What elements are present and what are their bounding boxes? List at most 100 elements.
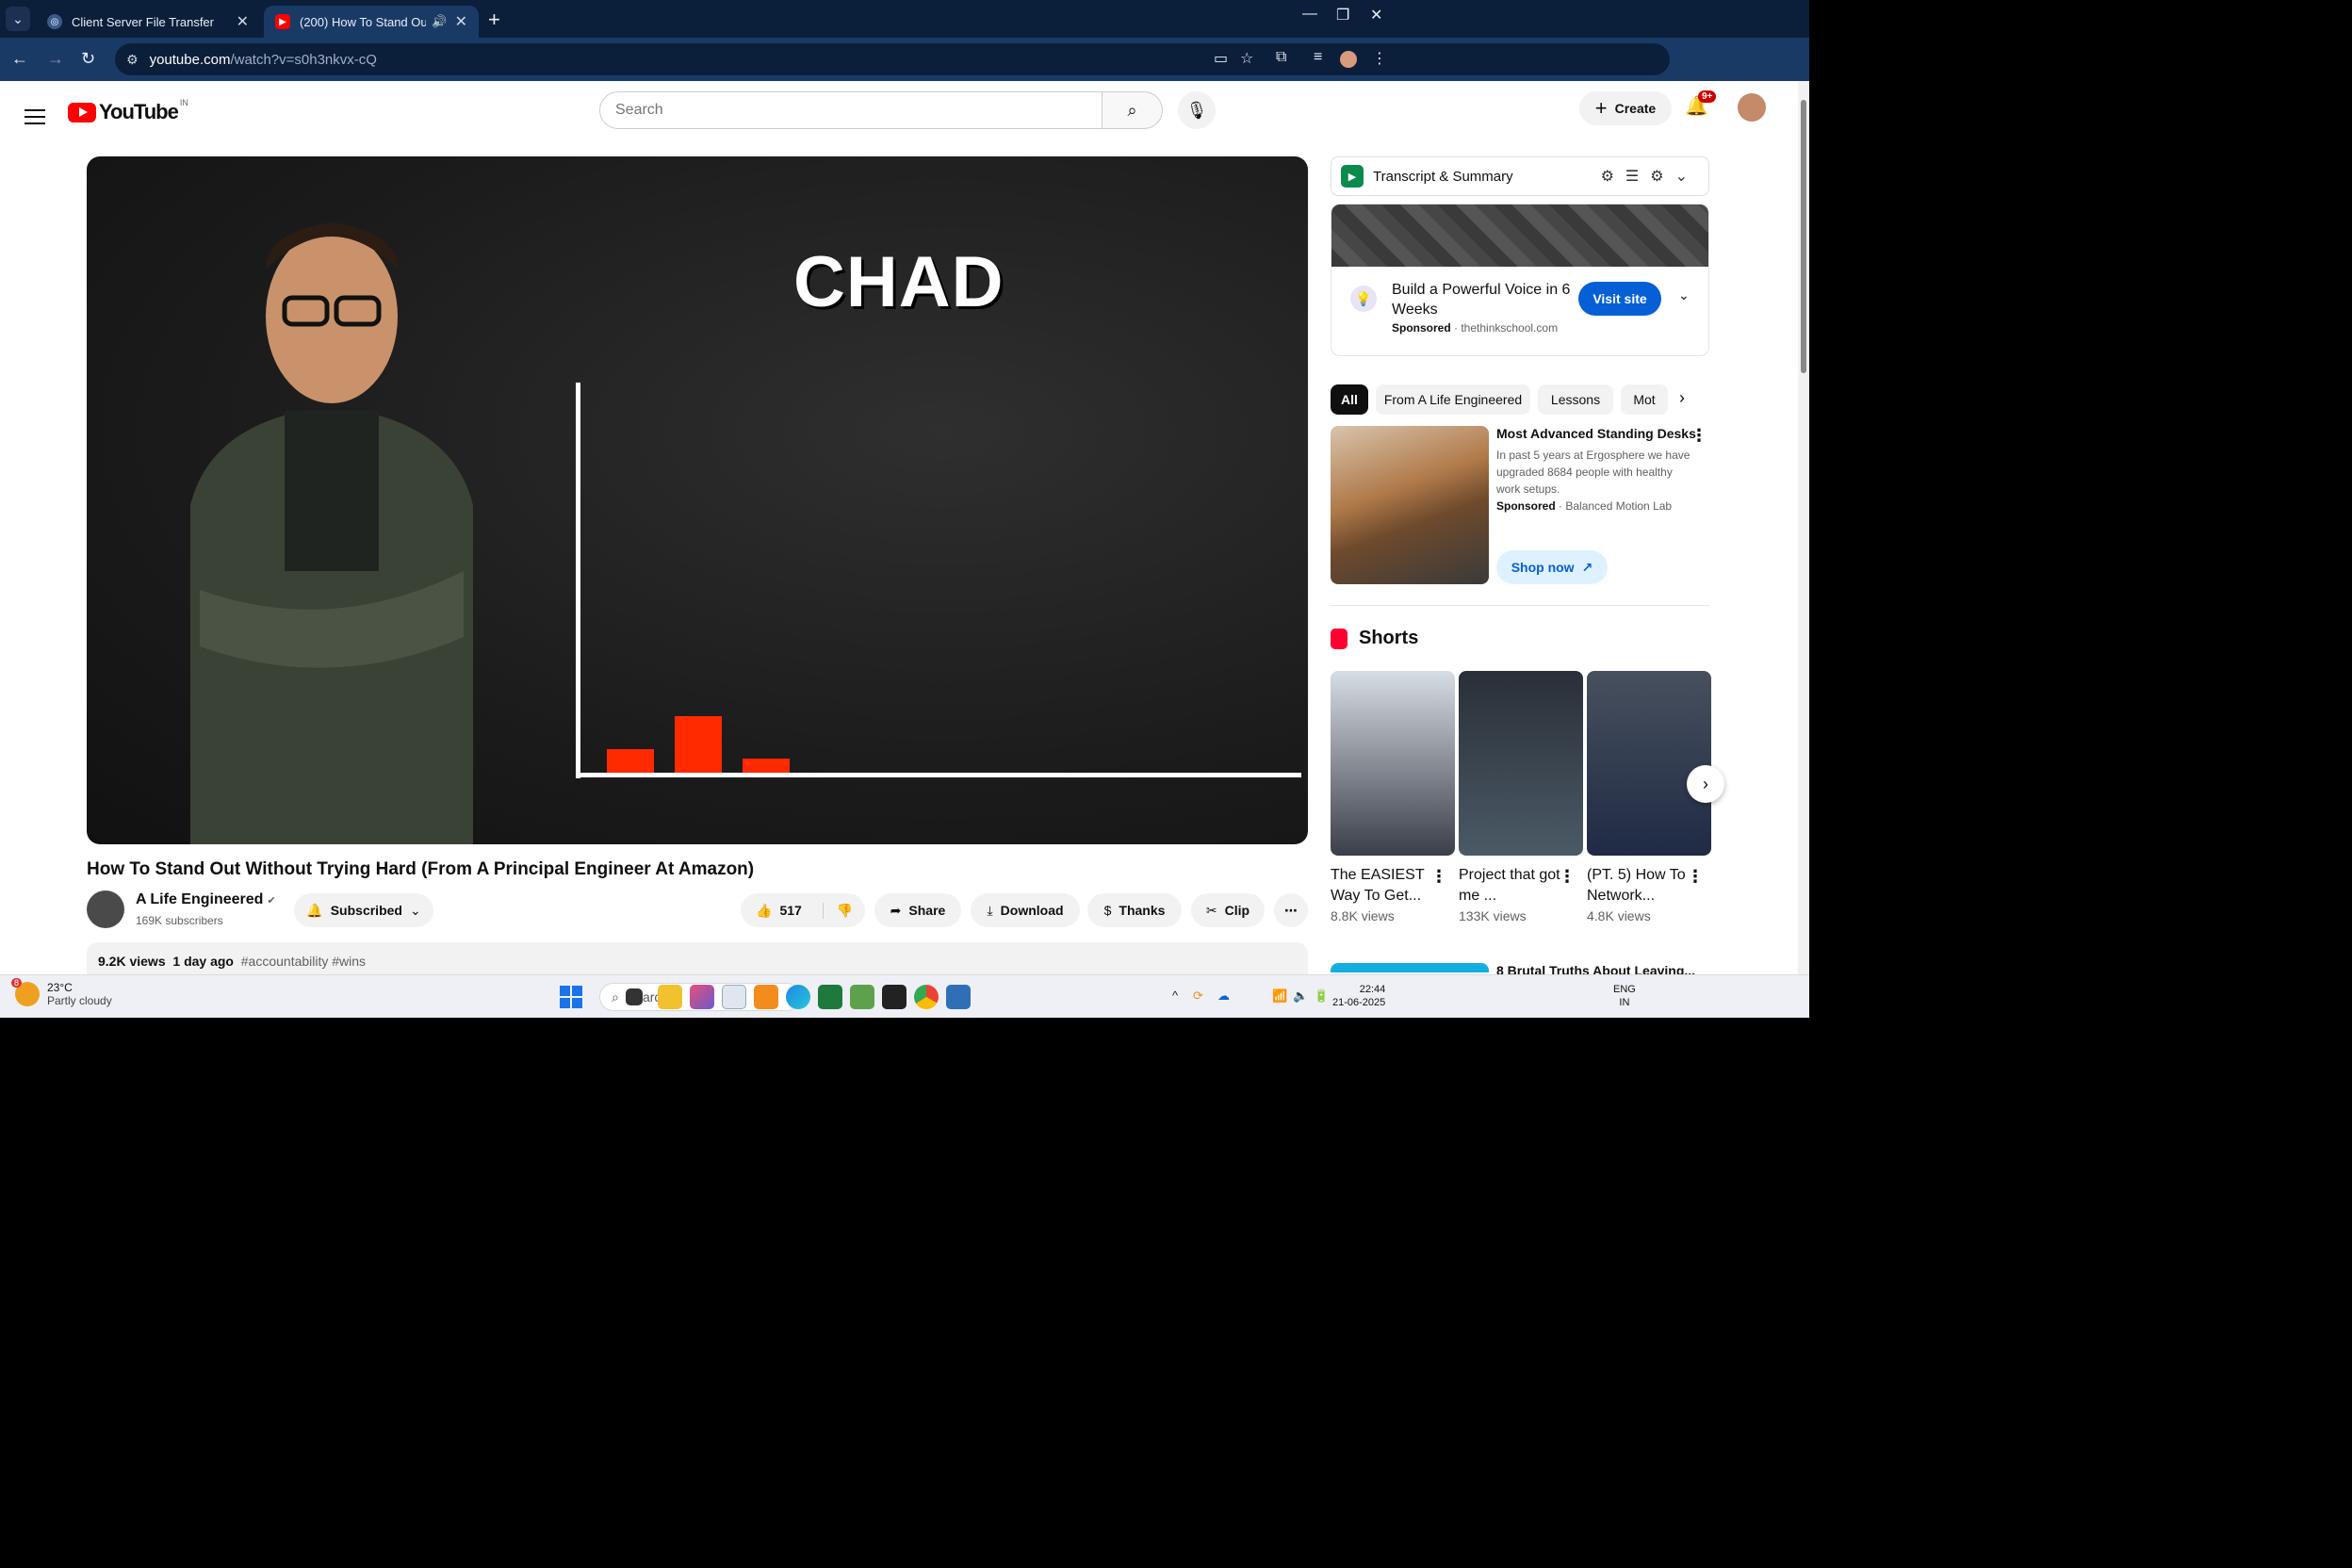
more-options-icon[interactable]: ⋮ [1559, 867, 1576, 887]
transcript-extension-bar[interactable]: ▶ Transcript & Summary ⚙☰⚙⌄ [1331, 156, 1709, 196]
back-icon[interactable]: ← [11, 49, 28, 69]
chevron-down-icon[interactable]: ⌄ [1678, 287, 1690, 303]
start-button[interactable] [560, 986, 582, 1008]
restore-icon[interactable]: ❐ [1336, 6, 1349, 24]
tab-client-server[interactable]: ◎ Client Server File Transfer ✕ [36, 6, 260, 38]
media-control-icon[interactable]: ≡ [1314, 49, 1322, 66]
excel-icon[interactable] [818, 985, 842, 1009]
file-explorer-icon[interactable] [658, 985, 682, 1009]
window-app-icon[interactable] [722, 985, 746, 1009]
create-button[interactable]: + Create [1579, 91, 1672, 125]
more-options-icon[interactable]: ⋮ [1687, 867, 1704, 887]
overlay-chart-x-axis [576, 773, 1301, 777]
download-icon: ⤓ [987, 902, 993, 918]
clock[interactable]: 22:44 21-06-2025 [1332, 983, 1385, 1009]
ad2-title[interactable]: Most Advanced Standing Desks [1496, 426, 1696, 441]
thanks-button[interactable]: $ Thanks [1087, 893, 1182, 927]
more-actions-button[interactable]: ⋯ [1274, 893, 1308, 927]
audio-playing-icon[interactable]: 🔊 [432, 14, 447, 29]
search-button[interactable]: ⌕ [1102, 91, 1163, 129]
account-avatar[interactable] [1738, 93, 1766, 122]
tab-strip: ⌄ ◎ Client Server File Transfer ✕ ▶ (200… [0, 0, 1809, 38]
reload-icon[interactable]: ↻ [81, 49, 95, 69]
chevron-right-icon[interactable]: › [1679, 388, 1685, 408]
share-button[interactable]: ➦ Share [874, 893, 961, 927]
short-title[interactable]: The EASIEST Way To Get... [1331, 865, 1434, 906]
logo-region: IN [179, 98, 188, 107]
install-app-icon[interactable]: ▭ [1214, 49, 1228, 68]
like-count[interactable]: 517 [779, 903, 801, 918]
chip-mot[interactable]: Mot [1621, 384, 1668, 415]
overlay-bar [675, 716, 722, 773]
extension-tool-icons[interactable]: ⚙☰⚙⌄ [1601, 167, 1699, 186]
chrome-menu-icon[interactable]: ⋮ [1372, 49, 1387, 68]
page-scrollbar[interactable] [1798, 81, 1809, 974]
video-player[interactable]: CHAD [87, 156, 1308, 844]
close-window-icon[interactable]: ✕ [1370, 6, 1382, 24]
short-thumbnail[interactable] [1459, 671, 1583, 856]
onedrive-icon[interactable]: ☁ [1217, 988, 1230, 1004]
task-view-icon[interactable] [626, 988, 643, 1005]
youtube-logo[interactable]: YouTube IN [68, 98, 188, 124]
tab-youtube[interactable]: ▶ (200) How To Stand Out Wi 🔊 ✕ [264, 6, 479, 38]
chevron-up-icon[interactable]: ^ [1172, 988, 1178, 1003]
chrome-icon[interactable] [914, 985, 939, 1009]
chip-all[interactable]: All [1331, 384, 1368, 415]
volume-icon[interactable]: 🔈 [1293, 988, 1308, 1004]
scrollbar-thumb[interactable] [1801, 100, 1806, 373]
weather-widget[interactable]: 8 23°C Partly cloudy [11, 978, 112, 1007]
minimize-icon[interactable]: — [1302, 6, 1317, 23]
like-icon[interactable]: 👍 [756, 903, 772, 919]
more-options-icon[interactable]: ⋮ [1690, 426, 1707, 446]
shorts-next-button[interactable]: › [1687, 765, 1724, 803]
chip-lessons[interactable]: Lessons [1538, 384, 1613, 415]
close-tab-icon[interactable]: ✕ [455, 12, 467, 31]
short-thumbnail[interactable] [1587, 671, 1711, 856]
apps-icon[interactable] [754, 985, 778, 1009]
short-title[interactable]: (PT. 5) How To Network... [1587, 865, 1690, 906]
bookmark-star-icon[interactable]: ☆ [1240, 49, 1253, 68]
channel-avatar[interactable] [87, 890, 124, 928]
hashtags[interactable]: #accountability #wins [241, 954, 366, 969]
short-thumbnail[interactable] [1331, 671, 1455, 856]
weather-badge: 8 [11, 978, 23, 988]
ad-card[interactable]: 💡 Build a Powerful Voice in 6 Weeks Spon… [1331, 204, 1709, 356]
download-button[interactable]: ⤓ Download [971, 893, 1080, 927]
next-video-thumbnail[interactable] [1331, 963, 1489, 972]
edge-icon[interactable] [786, 985, 810, 1009]
short-title[interactable]: Project that got me ... [1459, 865, 1562, 906]
search-input[interactable]: Search [599, 91, 1102, 129]
channel-name[interactable]: A Life Engineered [136, 891, 263, 907]
chart-app-icon[interactable] [850, 985, 874, 1009]
subscribed-button[interactable]: 🔔 Subscribed ⌄ [294, 893, 433, 927]
channel-name-row[interactable]: A Life Engineered ✔ [136, 891, 276, 908]
address-bar[interactable]: ⚙ youtube.com /watch?v=s0h3nkvx-cQ [115, 43, 1670, 75]
tab-search-button[interactable]: ⌄ [6, 7, 30, 31]
like-dislike-group: 👍 517 👎 [741, 893, 865, 927]
forward-icon[interactable]: → [47, 49, 64, 69]
clip-button[interactable]: ✂ Clip [1191, 893, 1265, 927]
extensions-icon[interactable]: ⧉ [1276, 49, 1286, 66]
time: 22:44 [1359, 984, 1386, 995]
language-indicator[interactable]: ENG IN [1613, 983, 1636, 1009]
visit-site-button[interactable]: Visit site [1578, 282, 1661, 316]
voice-search-button[interactable]: 🎙 [1178, 91, 1216, 129]
new-tab-button[interactable]: + [488, 8, 500, 32]
tray-app-icon[interactable]: ⟳ [1193, 988, 1203, 1004]
wifi-icon[interactable]: 📶 [1272, 988, 1287, 1004]
site-info-icon[interactable]: ⚙ [126, 52, 139, 68]
profile-avatar[interactable] [1340, 51, 1357, 68]
shop-now-button[interactable]: Shop now ↗ [1496, 550, 1608, 584]
copilot-icon[interactable] [690, 985, 714, 1009]
more-options-icon[interactable]: ⋮ [1430, 867, 1447, 887]
ad-title[interactable]: Build a Powerful Voice in 6 Weeks [1392, 280, 1571, 319]
notifications-button[interactable]: 🔔 9+ [1685, 90, 1717, 118]
close-tab-icon[interactable]: ✕ [237, 12, 249, 31]
menu-icon[interactable] [24, 109, 45, 124]
photos-icon[interactable] [946, 985, 971, 1009]
battery-icon[interactable]: 🔋 [1314, 988, 1329, 1004]
chip-from-channel[interactable]: From A Life Engineered [1376, 384, 1530, 415]
terminal-icon[interactable] [882, 985, 906, 1009]
dislike-icon[interactable]: 👎 [822, 902, 853, 919]
standing-desk-thumbnail[interactable] [1331, 426, 1489, 584]
